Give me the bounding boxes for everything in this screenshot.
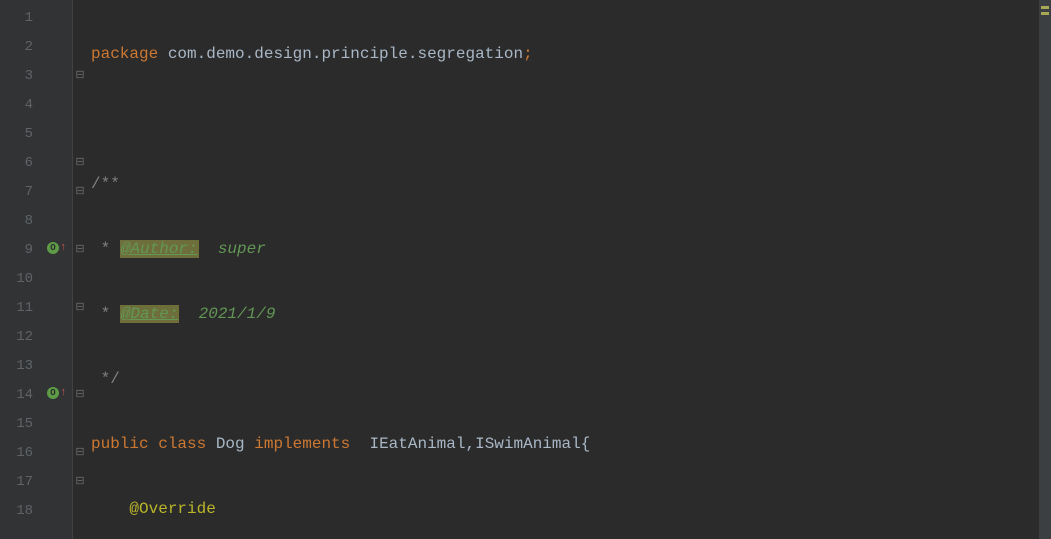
code-text-area[interactable]: package com.demo.design.principle.segreg…	[87, 0, 1051, 539]
line-number: 4	[0, 91, 33, 120]
line-number: 15	[0, 410, 33, 439]
gutter-icons: O↑ O↑	[45, 0, 73, 539]
keyword: implements	[245, 435, 370, 453]
fold-end-icon[interactable]: ⊟	[74, 439, 86, 468]
up-arrow-icon: ↑	[60, 240, 67, 256]
fold-toggle-icon[interactable]: ⊟	[74, 62, 86, 91]
code-line[interactable]: * @Author: super	[87, 235, 1051, 264]
comment: *	[91, 240, 120, 258]
fold-column: ⊟ ⊟ ⊟ ⊟ ⊟ ⊟ ⊟ ⊟	[73, 0, 87, 539]
code-line[interactable]: package com.demo.design.principle.segreg…	[87, 40, 1051, 69]
line-number: 2	[0, 33, 33, 62]
fold-end-icon[interactable]: ⊟	[74, 149, 86, 178]
fold-toggle-icon[interactable]: ⊟	[74, 236, 86, 265]
code-line[interactable]: @Override	[87, 495, 1051, 524]
annotation: @Override	[129, 500, 215, 518]
code-line[interactable]: /**	[87, 170, 1051, 199]
comment: /**	[91, 175, 120, 193]
code-line[interactable]: */	[87, 365, 1051, 394]
line-number: 6	[0, 149, 33, 178]
code-line[interactable]	[87, 105, 1051, 134]
line-number: 17	[0, 468, 33, 497]
up-arrow-icon: ↑	[60, 385, 67, 401]
fold-toggle-icon[interactable]: ⊟	[74, 381, 86, 410]
line-number-gutter: 1 2 3 4 5 6 7 8 9 10 11 12 13 14 15 16 1…	[0, 0, 45, 539]
class-name: Dog	[216, 435, 245, 453]
line-number: 14	[0, 381, 33, 410]
comment-value: super	[199, 240, 266, 258]
override-gutter-icon[interactable]: O↑	[47, 240, 67, 256]
code-line[interactable]: public class Dog implements IEatAnimal,I…	[87, 430, 1051, 459]
javadoc-tag-author: @Author:	[120, 240, 199, 258]
keyword: class	[149, 435, 216, 453]
fold-toggle-icon[interactable]: ⊟	[74, 178, 86, 207]
line-number: 18	[0, 497, 33, 526]
line-number: 8	[0, 207, 33, 236]
line-number: 7	[0, 178, 33, 207]
indent	[91, 500, 129, 518]
package-path: com.demo.design.principle.segregation	[158, 45, 523, 63]
override-circle-icon: O	[47, 387, 59, 399]
fold-end-icon[interactable]: ⊟	[74, 294, 86, 323]
code-editor[interactable]: 1 2 3 4 5 6 7 8 9 10 11 12 13 14 15 16 1…	[0, 0, 1051, 539]
fold-end-icon[interactable]: ⊟	[74, 468, 86, 497]
comment-value: 2021/1/9	[179, 305, 275, 323]
warning-tick[interactable]	[1041, 6, 1049, 9]
line-number: 16	[0, 439, 33, 468]
warning-tick[interactable]	[1041, 12, 1049, 15]
override-circle-icon: O	[47, 242, 59, 254]
line-number: 5	[0, 120, 33, 149]
line-number: 11	[0, 294, 33, 323]
interfaces: IEatAnimal,ISwimAnimal{	[369, 435, 590, 453]
line-number: 9	[0, 236, 33, 265]
line-number: 1	[0, 4, 33, 33]
javadoc-tag-date: @Date:	[120, 305, 180, 323]
error-stripe[interactable]	[1039, 0, 1051, 539]
comment: */	[91, 370, 120, 388]
comment: *	[91, 305, 120, 323]
keyword: public	[91, 435, 149, 453]
keyword: package	[91, 45, 158, 63]
override-gutter-icon[interactable]: O↑	[47, 385, 67, 401]
line-number: 10	[0, 265, 33, 294]
semicolon: ;	[523, 45, 533, 63]
line-number: 13	[0, 352, 33, 381]
line-number: 12	[0, 323, 33, 352]
line-number: 3	[0, 62, 33, 91]
code-line[interactable]: * @Date: 2021/1/9	[87, 300, 1051, 329]
